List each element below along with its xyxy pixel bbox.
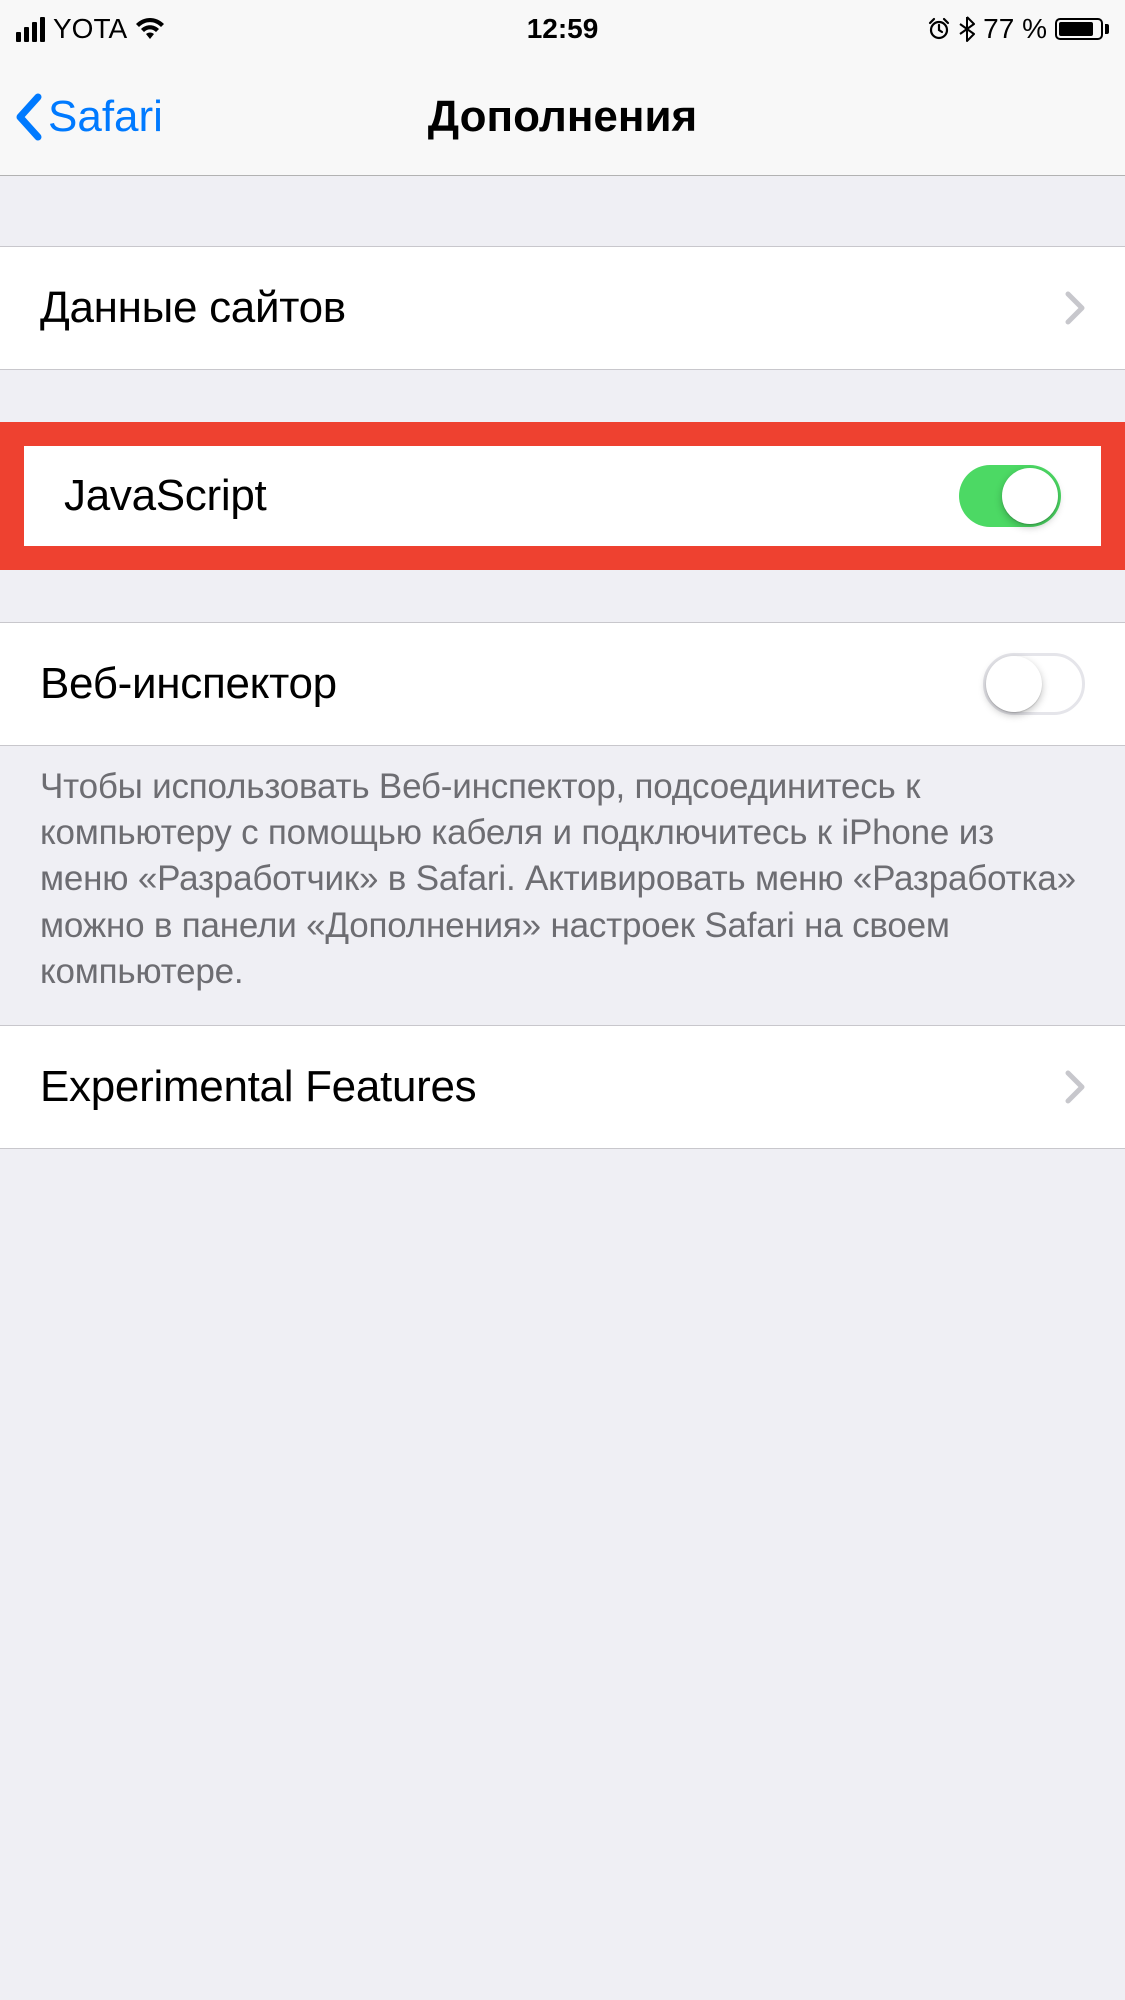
web-inspector-label: Веб-инспектор: [40, 659, 337, 709]
chevron-right-icon: [1065, 1070, 1085, 1104]
web-inspector-toggle[interactable]: [983, 653, 1085, 715]
carrier-label: YOTA: [53, 13, 127, 45]
toggle-knob: [1002, 468, 1058, 524]
status-bar: YOTA 12:59 77 %: [0, 0, 1125, 58]
javascript-label: JavaScript: [64, 471, 266, 521]
bluetooth-icon: [959, 16, 975, 42]
status-right: 77 %: [927, 13, 1109, 45]
navigation-bar: Safari Дополнения: [0, 58, 1125, 176]
alarm-icon: [927, 17, 951, 41]
status-left: YOTA: [16, 13, 165, 45]
javascript-row[interactable]: JavaScript: [24, 446, 1101, 546]
battery-icon: [1055, 18, 1109, 40]
battery-percent: 77 %: [983, 13, 1047, 45]
website-data-label: Данные сайтов: [40, 283, 346, 333]
back-button[interactable]: Safari: [0, 92, 163, 142]
group-spacer: [0, 570, 1125, 622]
experimental-features-label: Experimental Features: [40, 1062, 476, 1112]
web-inspector-row[interactable]: Веб-инспектор: [0, 622, 1125, 746]
javascript-row-highlight: JavaScript: [0, 422, 1125, 570]
javascript-toggle[interactable]: [959, 465, 1061, 527]
website-data-row[interactable]: Данные сайтов: [0, 246, 1125, 370]
page-title: Дополнения: [0, 92, 1125, 142]
web-inspector-footer: Чтобы использовать Веб-инспектор, подсое…: [0, 746, 1125, 1025]
group-spacer: [0, 370, 1125, 422]
chevron-left-icon: [14, 93, 44, 141]
experimental-features-row[interactable]: Experimental Features: [0, 1025, 1125, 1149]
cellular-signal-icon: [16, 17, 45, 42]
wifi-icon: [135, 18, 165, 40]
back-label: Safari: [48, 92, 163, 142]
group-spacer: [0, 176, 1125, 246]
toggle-knob: [986, 656, 1042, 712]
chevron-right-icon: [1065, 291, 1085, 325]
